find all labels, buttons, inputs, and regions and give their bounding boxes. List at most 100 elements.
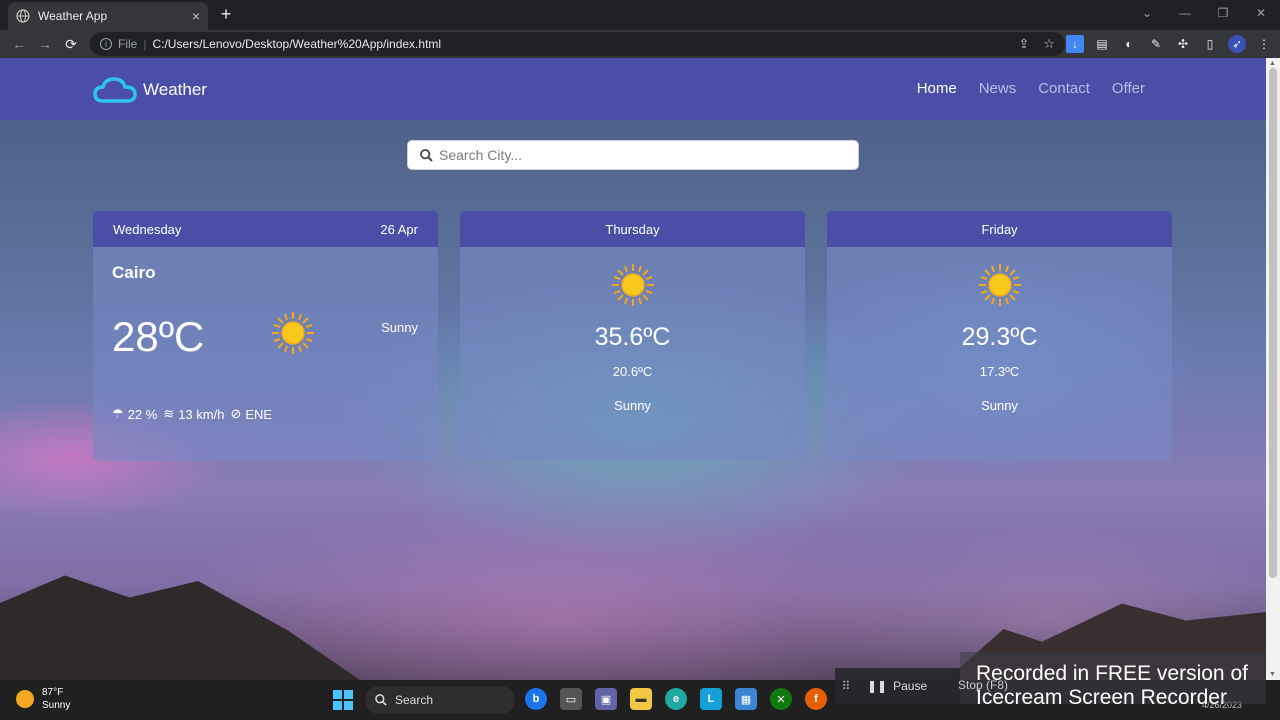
xbox-icon[interactable]: ✕: [770, 688, 792, 710]
min-temperature: 17.3ºC: [979, 364, 1020, 379]
cloud-icon: [93, 77, 137, 103]
forecast-card-2: Friday 29.3ºC 17.3ºC Sunny: [827, 211, 1172, 461]
circle-extension-icon[interactable]: ◐: [1120, 35, 1138, 53]
nav-link-news[interactable]: News: [979, 80, 1017, 97]
info-icon[interactable]: i: [100, 38, 112, 50]
download-icon[interactable]: ↓: [1066, 35, 1084, 53]
nav-link-offer[interactable]: Offer: [1112, 80, 1145, 97]
search-icon: [375, 694, 387, 706]
forecast-condition: Sunny: [614, 398, 651, 413]
tab-search-icon[interactable]: ⌄: [1128, 0, 1166, 28]
city-name: Cairo: [112, 263, 156, 282]
today-condition: Sunny: [381, 320, 418, 335]
compass-icon: ⊘: [230, 406, 242, 421]
watermark-line-1: Recorded in FREE version of: [976, 662, 1248, 685]
today-card-header: Wednesday 26 Apr: [93, 211, 438, 247]
puzzle-icon[interactable]: ✣: [1174, 35, 1192, 53]
file-explorer-icon[interactable]: ▬: [630, 688, 652, 710]
bookmark-star-icon[interactable]: ☆: [1043, 36, 1055, 52]
edge-icon[interactable]: e: [665, 688, 687, 710]
max-temperature: 29.3ºC: [961, 323, 1038, 351]
page-viewport: Weather Home News Contact Offer Wednesda…: [0, 58, 1266, 680]
reload-button[interactable]: ⟳: [58, 36, 84, 53]
browser-tab[interactable]: Weather App ×: [8, 2, 208, 30]
forecast-card-header: Thursday: [460, 211, 805, 247]
sidepanel-icon[interactable]: ▯: [1201, 35, 1219, 53]
search-icon: [420, 148, 433, 162]
reader-icon[interactable]: ▤: [1093, 35, 1111, 53]
scrollbar-thumb[interactable]: [1269, 68, 1277, 578]
wind-icon: ≋: [163, 406, 175, 421]
windows-start-icon[interactable]: [333, 690, 353, 710]
globe-icon: [16, 9, 30, 23]
sun-icon: [16, 690, 34, 708]
watermark-line-2: Icecream Screen Recorder: [976, 686, 1227, 709]
browser-toolbar: ← → ⟳ i File | C:/Users/Lenovo/Desktop/W…: [0, 30, 1280, 58]
back-button[interactable]: ←: [6, 36, 32, 52]
umbrella-icon: ☂: [112, 406, 124, 421]
profile-avatar[interactable]: ➶: [1228, 35, 1246, 53]
omnibox-actions: ⇪ ☆: [1018, 36, 1055, 52]
city-search-box[interactable]: [407, 140, 859, 170]
taskbar-weather-widget[interactable]: 87°F Sunny: [16, 686, 70, 712]
stop-button[interactable]: Stop (F8): [958, 678, 1008, 692]
sun-icon: [611, 264, 654, 306]
sun-icon: [978, 264, 1021, 306]
window-controls: ⌄ — ❐ ✕: [1128, 0, 1280, 28]
forecast-day-label: Friday: [981, 221, 1018, 237]
maximize-button[interactable]: ❐: [1204, 0, 1242, 28]
taskbar-apps: b ▭ ▣ ▬ e L ▦ ✕ f: [525, 688, 827, 710]
max-temperature: 35.6ºC: [594, 323, 671, 351]
today-date-label: 26 Apr: [380, 221, 418, 237]
site-navbar: Weather Home News Contact Offer: [0, 58, 1266, 120]
pause-button[interactable]: ❚❚ Pause: [867, 679, 927, 693]
sun-icon: [272, 312, 314, 354]
forecast-card-1: Thursday 35.6ºC 20.6ºC Sunny: [460, 211, 805, 461]
brand-logo[interactable]: Weather: [93, 76, 207, 104]
recorder-controls: ⠿ ❚❚ Pause: [835, 668, 960, 704]
tab-close-icon[interactable]: ×: [192, 8, 200, 24]
nav-link-contact[interactable]: Contact: [1038, 80, 1090, 97]
browser-tabstrip: Weather App × + ⌄ — ❐ ✕: [0, 0, 1280, 30]
taskbar-weather-temp: 87°F: [42, 687, 64, 698]
l-app-icon[interactable]: L: [700, 688, 722, 710]
scroll-up-arrow[interactable]: ▲: [1269, 60, 1276, 67]
bing-icon[interactable]: b: [525, 688, 547, 710]
firefox-icon[interactable]: f: [805, 688, 827, 710]
url-text[interactable]: C:/Users/Lenovo/Desktop/Weather%20App/in…: [152, 37, 441, 51]
scroll-down-arrow[interactable]: ▼: [1269, 671, 1276, 678]
taskbar-search-label: Search: [395, 693, 434, 707]
nav-link-home[interactable]: Home: [917, 80, 957, 97]
stop-label: Stop (F8): [958, 678, 1009, 692]
taskbar-search[interactable]: Search: [365, 686, 515, 714]
pen-extension-icon[interactable]: ✎: [1147, 35, 1165, 53]
forecast-day-label: Thursday: [605, 221, 660, 237]
minimize-button[interactable]: —: [1166, 0, 1204, 28]
new-tab-button[interactable]: +: [216, 4, 236, 25]
mountain-left: [0, 575, 360, 680]
share-icon[interactable]: ⇪: [1018, 36, 1029, 52]
teams-icon[interactable]: ▣: [595, 688, 617, 710]
address-bar[interactable]: i File | C:/Users/Lenovo/Desktop/Weather…: [90, 32, 1065, 56]
forward-button[interactable]: →: [32, 36, 58, 52]
today-day-label: Wednesday: [113, 221, 182, 237]
taskbar-weather-condition: Sunny: [42, 700, 71, 711]
pause-label: Pause: [893, 679, 928, 693]
today-forecast-card: Wednesday 26 Apr Cairo 28ºC Sunny ☂ 22 %…: [93, 211, 438, 461]
close-window-button[interactable]: ✕: [1242, 0, 1280, 28]
today-stats: ☂ 22 % ≋ 13 km/h ⊘ ENE: [112, 406, 272, 422]
extensions-area: ↓ ▤ ◐ ✎ ✣ ▯ ➶ ⋮: [1066, 35, 1273, 53]
wind-direction-value: ENE: [245, 406, 273, 422]
task-view-icon[interactable]: ▭: [560, 688, 582, 710]
page-scrollbar[interactable]: ▲ ▼: [1266, 58, 1280, 680]
url-separator: |: [143, 37, 147, 51]
search-city-input[interactable]: [439, 147, 839, 163]
forecast-condition: Sunny: [981, 398, 1018, 413]
nav-links: Home News Contact Offer: [917, 80, 1145, 97]
menu-kebab-icon[interactable]: ⋮: [1255, 35, 1273, 53]
store-icon[interactable]: ▦: [735, 688, 757, 710]
current-temperature: 28ºC: [112, 313, 205, 360]
humidity-value: 22 %: [127, 406, 158, 422]
drag-handle-icon[interactable]: ⠿: [835, 679, 857, 693]
url-scheme-label: File: [118, 37, 138, 51]
